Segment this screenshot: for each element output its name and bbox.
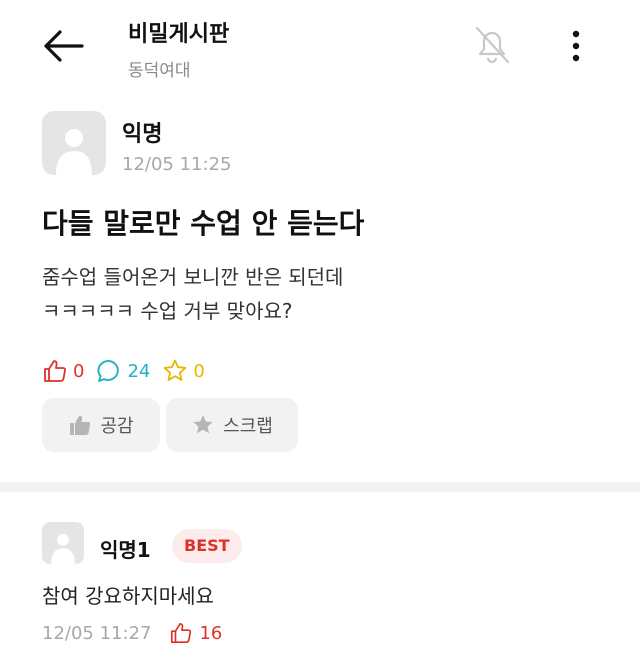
thumbs-up-icon: [70, 415, 91, 435]
comment-count: 24: [96, 358, 150, 384]
section-divider: [0, 482, 640, 492]
scrap-count-value: 0: [193, 360, 205, 382]
star-icon: [164, 359, 187, 381]
arrow-left-icon: [44, 30, 84, 62]
post-body-line: 줌수업 들어온거 보니깐 반은 되던데: [42, 265, 344, 289]
scrap-button[interactable]: 스크랩: [166, 398, 298, 452]
thumbs-up-icon: [44, 360, 66, 382]
like-button-label: 공감: [100, 416, 134, 437]
board-title: 비밀게시판: [128, 22, 230, 47]
post-body: 줌수업 들어온거 보니깐 반은 되던데 ㅋㅋㅋㅋㅋ 수업 거부 맞아요?: [42, 260, 602, 328]
board-school: 동덕여대: [128, 61, 191, 81]
thumbs-up-icon: [171, 622, 192, 644]
comment-timestamp: 12/05 11:27: [42, 622, 152, 644]
like-button[interactable]: 공감: [42, 398, 160, 452]
like-count: 0: [42, 358, 84, 384]
comment-like-count: 16: [199, 622, 223, 644]
comment-author-name: 익명1: [100, 538, 151, 562]
more-options-button[interactable]: [562, 24, 590, 68]
scrap-count: 0: [162, 358, 205, 384]
star-icon: [193, 415, 213, 434]
top-bar: 비밀게시판 동덕여대: [0, 0, 640, 100]
back-button[interactable]: [40, 26, 86, 66]
post-author-avatar: [42, 111, 106, 175]
best-badge: BEST: [172, 529, 242, 563]
post-title: 다들 말로만 수업 안 듣는다: [42, 207, 365, 240]
comment-author-avatar: [42, 522, 84, 564]
post-author-name: 익명: [122, 122, 163, 147]
post-body-line: ㅋㅋㅋㅋㅋ 수업 거부 맞아요?: [42, 299, 293, 323]
scrap-button-label: 스크랩: [223, 416, 273, 437]
default-avatar-icon: [56, 129, 92, 175]
notification-toggle-button[interactable]: [470, 22, 514, 66]
more-vertical-icon: [572, 30, 580, 62]
post-stats: 0 24 0: [42, 356, 217, 386]
bell-off-icon: [475, 26, 510, 64]
comment-text: 참여 강요하지마세요: [42, 584, 214, 608]
like-count-value: 0: [73, 360, 85, 382]
comment-count-value: 24: [127, 360, 151, 382]
comment-like-button[interactable]: 16: [169, 621, 222, 645]
comment-meta: 12/05 11:27 16: [42, 620, 222, 646]
post-timestamp: 12/05 11:25: [122, 154, 232, 175]
default-avatar-icon: [51, 533, 75, 564]
speech-bubble-icon: [97, 360, 120, 382]
